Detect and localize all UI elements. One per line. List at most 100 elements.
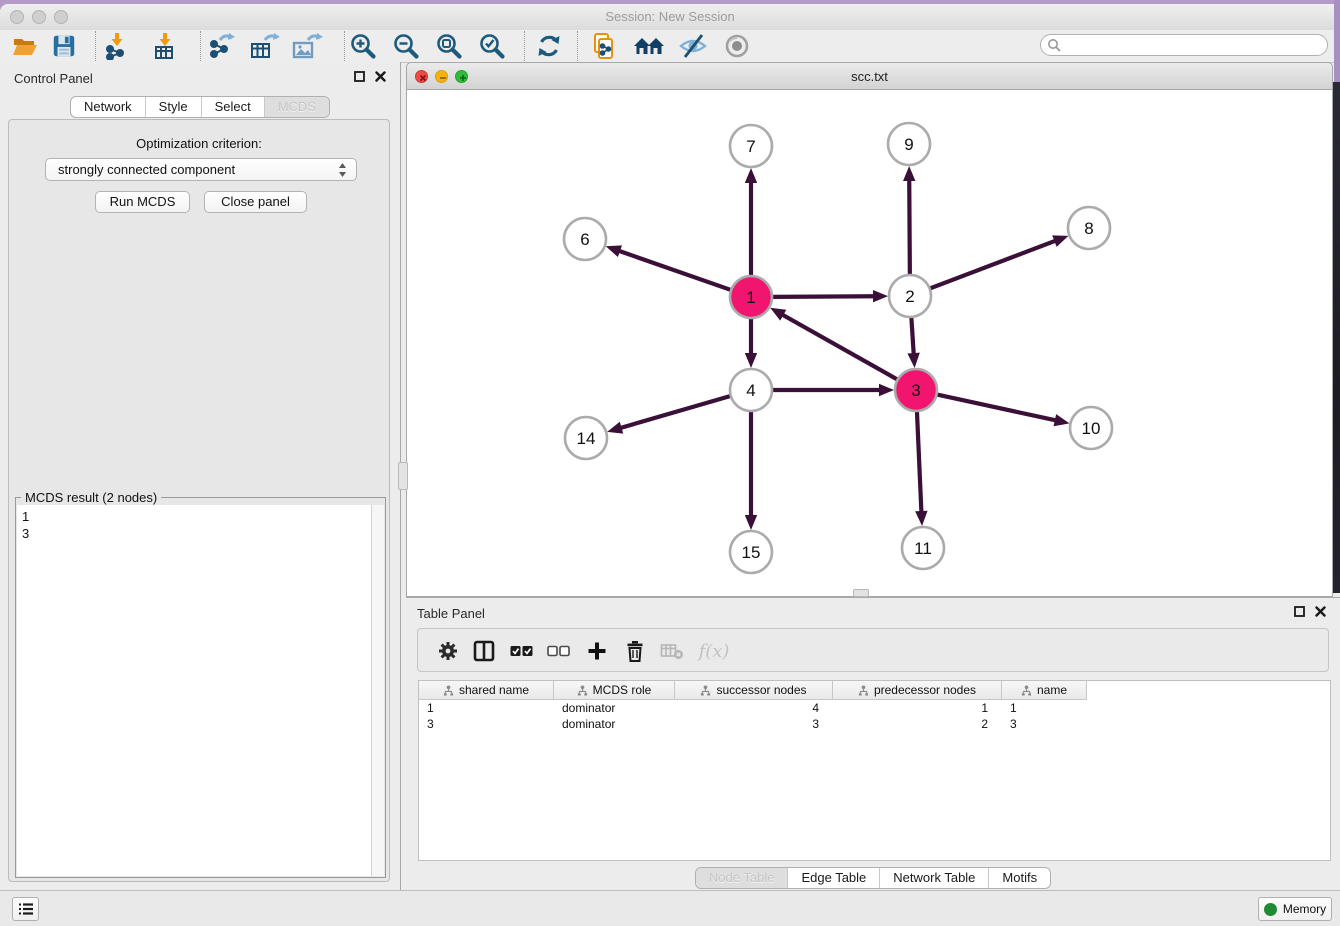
save-session-button[interactable] [49, 32, 79, 60]
import-table-button[interactable] [150, 32, 180, 60]
table-tab-motifs[interactable]: Motifs [988, 868, 1050, 888]
zoom-out-button[interactable] [391, 32, 421, 60]
tab-network[interactable]: Network [71, 97, 145, 117]
search-input[interactable] [1061, 35, 1327, 55]
deselect-all-icon [547, 644, 571, 658]
column-header-name[interactable]: name [1002, 681, 1087, 700]
float-panel-icon[interactable] [354, 71, 365, 82]
table-cell[interactable]: 1 [419, 700, 554, 716]
destroy-table-button[interactable] [658, 637, 686, 665]
table-row[interactable]: 3dominator323 [419, 716, 1330, 732]
task-history-button[interactable] [12, 897, 39, 921]
float-panel-icon[interactable] [1294, 606, 1305, 617]
column-header-successor-nodes[interactable]: successor nodes [675, 681, 833, 700]
tab-mcds[interactable]: MCDS [264, 97, 329, 117]
table-row[interactable]: 1dominator411 [419, 700, 1330, 716]
graph-edge-arrowhead [745, 515, 757, 530]
column-type-icon [858, 685, 869, 696]
refresh-button[interactable] [534, 32, 564, 60]
fx-icon: f(x) [699, 641, 730, 662]
deselect-all-button[interactable] [545, 637, 573, 665]
table-cell[interactable]: 4 [675, 700, 833, 716]
table-cell[interactable]: dominator [554, 700, 675, 716]
graph-edge-4-14[interactable] [620, 396, 731, 428]
graph-edge-1-6[interactable] [618, 251, 731, 291]
column-header-MCDS-role[interactable]: MCDS role [554, 681, 675, 700]
export-table-button[interactable] [248, 32, 282, 60]
toolbar-separator [95, 31, 96, 61]
export-network-button[interactable] [207, 32, 237, 60]
graph-node-label-14: 14 [577, 429, 596, 448]
run-mcds-button[interactable]: Run MCDS [95, 191, 190, 213]
mcds-result-line: 3 [22, 525, 367, 542]
close-panel-button[interactable]: Close panel [204, 191, 307, 213]
graph-edge-3-10[interactable] [937, 394, 1057, 420]
table-toolbar: f(x) [417, 628, 1329, 672]
graph-edge-1-2[interactable] [772, 296, 875, 297]
hide-selected-button[interactable] [676, 32, 710, 60]
mcds-result-list[interactable]: 13 [17, 505, 372, 876]
graph-edge-3-11[interactable] [917, 411, 922, 513]
table-cell[interactable]: 3 [1002, 716, 1087, 732]
column-header-shared-name[interactable]: shared name [419, 681, 554, 700]
criterion-dropdown[interactable]: strongly connected component [45, 158, 357, 181]
graph-node-label-7: 7 [746, 137, 755, 156]
import-network-button[interactable] [102, 32, 132, 60]
select-all-button[interactable] [508, 637, 536, 665]
tab-select[interactable]: Select [201, 97, 264, 117]
network-canvas[interactable]: 7968124314101511 [406, 90, 1333, 597]
search-field[interactable] [1040, 34, 1328, 56]
graph-edge-2-3[interactable] [911, 317, 913, 355]
result-scrollbar[interactable] [371, 505, 384, 876]
graph-node-label-1: 1 [746, 288, 755, 307]
zoom-in-button[interactable] [348, 32, 378, 60]
show-all-button[interactable] [720, 32, 754, 60]
table-cell[interactable]: dominator [554, 716, 675, 732]
clone-network-button[interactable] [589, 32, 619, 60]
table-settings-button[interactable] [434, 637, 462, 665]
add-column-button[interactable] [583, 637, 611, 665]
table-tab-edge-table[interactable]: Edge Table [787, 868, 879, 888]
graph-edge-2-8[interactable] [930, 240, 1057, 288]
graph-node-label-11: 11 [914, 539, 932, 558]
table-cell[interactable]: 1 [1002, 700, 1087, 716]
mcds-result-line: 1 [22, 508, 367, 525]
horizontal-splitter-handle[interactable] [853, 589, 869, 597]
memory-button[interactable]: Memory [1258, 897, 1332, 921]
tab-style[interactable]: Style [145, 97, 201, 117]
network-view-title: scc.txt [407, 63, 1332, 91]
graph-edge-3-1[interactable] [781, 314, 897, 380]
table-tab-node-table[interactable]: Node Table [696, 868, 788, 888]
close-panel-icon[interactable] [375, 71, 386, 82]
zoom-fit-button[interactable] [434, 32, 464, 60]
first-neighbors-button[interactable] [631, 32, 667, 60]
table-cell[interactable]: 1 [833, 700, 1002, 716]
graph-node-label-8: 8 [1084, 219, 1093, 238]
graph-edge-arrowhead [873, 290, 888, 302]
network-view-window: scc.txt 7968124314101511 [406, 62, 1333, 597]
close-panel-icon[interactable] [1315, 606, 1326, 617]
table-cell[interactable]: 3 [419, 716, 554, 732]
table-tab-network-table[interactable]: Network Table [879, 868, 988, 888]
window-titlebar: Session: New Session [0, 4, 1340, 31]
zoom-selected-button[interactable] [477, 32, 507, 60]
graph-node-label-10: 10 [1082, 419, 1101, 438]
network-graph[interactable]: 7968124314101511 [407, 90, 1332, 595]
function-builder-button[interactable]: f(x) [696, 637, 732, 665]
graph-node-label-4: 4 [746, 381, 755, 400]
column-header-predecessor-nodes[interactable]: predecessor nodes [833, 681, 1002, 700]
vertical-splitter-handle[interactable] [398, 462, 408, 490]
table-cell[interactable]: 2 [833, 716, 1002, 732]
export-image-button[interactable] [290, 32, 324, 60]
graph-edge-arrowhead [903, 166, 915, 181]
toolbar-separator [200, 31, 201, 61]
delete-column-button[interactable] [621, 637, 649, 665]
graph-edge-2-9[interactable] [909, 179, 910, 275]
optimization-criterion-label: Optimization criterion: [9, 136, 389, 151]
open-session-button[interactable] [10, 32, 40, 60]
node-table[interactable]: shared nameMCDS role successor nodes prede… [418, 680, 1331, 861]
split-view-button[interactable] [470, 637, 498, 665]
column-header-label: successor nodes [716, 683, 806, 697]
graph-edge-arrowhead [745, 353, 757, 368]
table-cell[interactable]: 3 [675, 716, 833, 732]
